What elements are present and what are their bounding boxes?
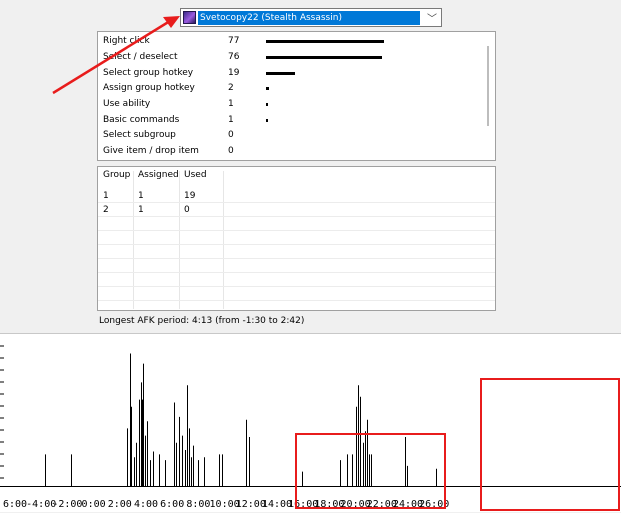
- timeline-svg: 6:00 -4:00-2:00 0:00 2:00 4:00 6:00 8:00 10:001…: [0, 345, 621, 511]
- annotation-arrow-head: [163, 16, 180, 28]
- action-timeline-chart[interactable]: 6:00 -4:00 -2:00 0:00 2:00 4:00 6:00 8:00 10:00 1…: [0, 333, 621, 512]
- player-select-dropdown[interactable]: Svetocopy22 (Stealth Assassin) ﹀: [180, 8, 442, 27]
- action-count: 19: [228, 68, 240, 78]
- action-label: Use ability: [103, 99, 151, 109]
- column-divider: [133, 171, 134, 309]
- action-row: Select / deselect 76: [98, 50, 478, 65]
- player-select-value: Svetocopy22 (Stealth Assassin): [198, 11, 420, 25]
- action-bar: [266, 119, 268, 122]
- scrollbar[interactable]: [487, 46, 489, 126]
- action-count: 2: [228, 83, 234, 93]
- action-row: Basic commands 1: [98, 113, 478, 128]
- cell-used: 19: [184, 191, 196, 201]
- action-row: Give item / drop item 0: [98, 144, 478, 159]
- action-count: 76: [228, 52, 240, 62]
- highlight-box-mid: [295, 433, 446, 509]
- action-row: Right click 77: [98, 34, 478, 49]
- cell-assigned: 1: [138, 205, 144, 215]
- action-bar: [266, 103, 268, 106]
- x-tick-label: 8:00: [186, 499, 210, 510]
- action-row: Select group hotkey 19: [98, 66, 478, 81]
- action-label: Select / deselect: [103, 52, 178, 62]
- action-count: 1: [228, 99, 234, 109]
- action-count: 0: [228, 146, 234, 156]
- action-row: Assign group hotkey 2: [98, 81, 478, 96]
- hero-portrait-icon: [183, 11, 196, 24]
- action-count: 1: [228, 115, 234, 125]
- x-tick-label: 4:00: [134, 499, 158, 510]
- action-label: Select subgroup: [103, 130, 176, 140]
- action-count: 77: [228, 36, 240, 46]
- action-label: Basic commands: [103, 115, 180, 125]
- action-label: Right click: [103, 36, 150, 46]
- action-stats-panel[interactable]: Right click 77 Select / deselect 76 Sele…: [97, 31, 496, 161]
- x-tick-label: 6:00: [160, 499, 184, 510]
- x-tick-label: 2:00: [108, 499, 132, 510]
- highlight-box-right: [480, 378, 620, 511]
- action-bar: [266, 40, 384, 43]
- longest-afk-label: Longest AFK period: 4:13 (from -1:30 to …: [99, 316, 305, 326]
- x-tick-label: -2:00: [52, 499, 82, 510]
- row-divider: [98, 202, 495, 203]
- x-tick-label: 6:00: [3, 499, 27, 510]
- action-count: 0: [228, 130, 234, 140]
- row-divider: [98, 230, 495, 231]
- action-bar: [266, 72, 295, 75]
- x-tick-label: 0:00: [82, 499, 106, 510]
- action-row: Use ability 1: [98, 97, 478, 112]
- column-header-assigned[interactable]: Assigned: [138, 170, 179, 180]
- action-row: Select subgroup 0: [98, 128, 478, 143]
- row-divider: [98, 300, 495, 301]
- column-divider: [223, 171, 224, 309]
- row-divider: [98, 216, 495, 217]
- row-divider: [98, 286, 495, 287]
- action-bar: [266, 56, 382, 59]
- row-divider: [98, 272, 495, 273]
- action-label: Select group hotkey: [103, 68, 194, 78]
- action-label: Give item / drop item: [103, 146, 199, 156]
- group-hotkey-table[interactable]: Group Assigned Used 1 1 19 2 1 0: [97, 166, 496, 311]
- action-bar: [266, 87, 269, 90]
- action-label: Assign group hotkey: [103, 83, 195, 93]
- row-divider: [98, 244, 495, 245]
- chevron-down-icon[interactable]: ﹀: [427, 10, 437, 25]
- column-header-group[interactable]: Group: [103, 170, 130, 180]
- cell-assigned: 1: [138, 191, 144, 201]
- cell-group: 2: [103, 205, 109, 215]
- row-divider: [98, 258, 495, 259]
- column-header-used[interactable]: Used: [184, 170, 207, 180]
- column-divider: [179, 171, 180, 309]
- cell-used: 0: [184, 205, 190, 215]
- cell-group: 1: [103, 191, 109, 201]
